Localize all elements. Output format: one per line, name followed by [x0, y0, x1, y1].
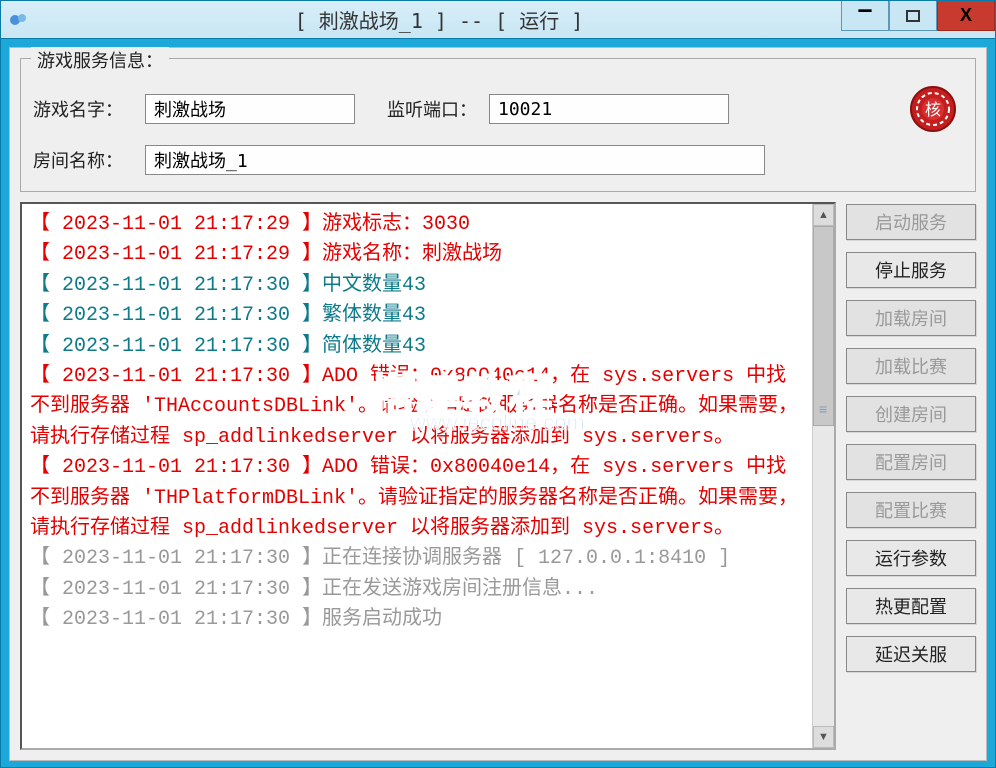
service-info-group: 游戏服务信息： 游戏名字： 监听端口： 核 房间名称：: [20, 58, 976, 192]
window-controls: — X: [841, 1, 995, 38]
log-line: 【 2023-11-01 21:17:30 】正在连接协调服务器 [ 127.0…: [30, 547, 730, 570]
action-button-column: 启动服务 停止服务 加载房间 加载比赛 创建房间 配置房间 配置比赛 运行参数 …: [846, 202, 976, 750]
start-service-button[interactable]: 启动服务: [846, 204, 976, 240]
minimize-button[interactable]: —: [841, 1, 889, 31]
scroll-down-arrow[interactable]: ▼: [813, 726, 834, 748]
log-line: 【 2023-11-01 21:17:30 】繁体数量43: [30, 304, 426, 327]
scroll-thumb[interactable]: [813, 226, 834, 426]
log-line: 【 2023-11-01 21:17:30 】正在发送游戏房间注册信息...: [30, 578, 598, 601]
app-icon: [9, 10, 29, 30]
maximize-button[interactable]: [889, 1, 937, 31]
create-room-button[interactable]: 创建房间: [846, 396, 976, 432]
load-room-button[interactable]: 加载房间: [846, 300, 976, 336]
form-row-2: 房间名称：: [33, 145, 963, 175]
load-match-button[interactable]: 加载比赛: [846, 348, 976, 384]
run-params-button[interactable]: 运行参数: [846, 540, 976, 576]
hot-reload-button[interactable]: 热更配置: [846, 588, 976, 624]
room-name-input[interactable]: [145, 145, 765, 175]
delay-close-button[interactable]: 延迟关服: [846, 636, 976, 672]
room-name-label: 房间名称：: [33, 147, 133, 173]
log-line: 【 2023-11-01 21:17:30 】中文数量43: [30, 274, 426, 297]
chip-icon: 核: [909, 85, 957, 133]
log-line: 【 2023-11-01 21:17:30 】ADO 错误：0x80040e14…: [30, 456, 798, 540]
scrollbar[interactable]: ▲ ▼: [812, 204, 834, 748]
log-line: 【 2023-11-01 21:17:30 】服务启动成功: [30, 608, 442, 631]
port-input[interactable]: [489, 94, 729, 124]
game-name-label: 游戏名字：: [33, 96, 133, 122]
log-line: 【 2023-11-01 21:17:29 】游戏名称：刺激战场: [30, 243, 502, 266]
scroll-up-arrow[interactable]: ▲: [813, 204, 834, 226]
client-area: 游戏服务信息： 游戏名字： 监听端口： 核 房间名称：: [9, 47, 987, 761]
window-title: [ 刺激战场_1 ] -- [ 运行 ]: [37, 5, 841, 34]
port-label: 监听端口：: [387, 96, 477, 122]
log-line: 【 2023-11-01 21:17:30 】ADO 错误：0x80040e14…: [30, 365, 798, 449]
group-legend: 游戏服务信息：: [31, 47, 169, 73]
log-text-area[interactable]: 【 2023-11-01 21:17:29 】游戏标志：3030 【 2023-1…: [22, 204, 812, 748]
log-line: 【 2023-11-01 21:17:30 】简体数量43: [30, 335, 426, 358]
stop-service-button[interactable]: 停止服务: [846, 252, 976, 288]
close-button[interactable]: X: [937, 1, 995, 31]
log-line: 【 2023-11-01 21:17:29 】游戏标志：3030: [30, 213, 470, 236]
config-match-button[interactable]: 配置比赛: [846, 492, 976, 528]
scroll-track[interactable]: [813, 226, 834, 726]
titlebar[interactable]: [ 刺激战场_1 ] -- [ 运行 ] — X: [1, 1, 995, 39]
config-room-button[interactable]: 配置房间: [846, 444, 976, 480]
main-content-row: 【 2023-11-01 21:17:29 】游戏标志：3030 【 2023-1…: [20, 202, 976, 750]
svg-text:核: 核: [925, 101, 941, 119]
form-row-1: 游戏名字： 监听端口： 核: [33, 85, 963, 133]
log-panel: 【 2023-11-01 21:17:29 】游戏标志：3030 【 2023-1…: [20, 202, 836, 750]
game-name-input[interactable]: [145, 94, 355, 124]
app-window: [ 刺激战场_1 ] -- [ 运行 ] — X 游戏服务信息： 游戏名字： 监…: [0, 0, 996, 768]
